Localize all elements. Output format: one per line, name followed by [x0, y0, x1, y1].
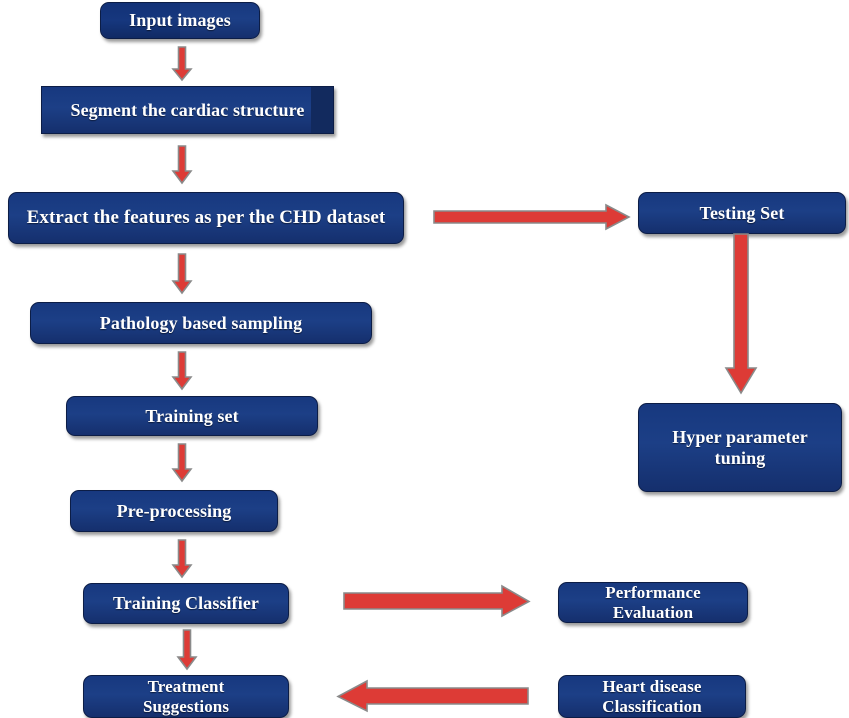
node-label: Input images [129, 10, 231, 31]
arrow-pre-processing-to-training-classifier [171, 539, 193, 579]
node-label: Extract the features as per the CHD data… [26, 207, 386, 229]
node-input-images[interactable]: Input images [100, 2, 260, 39]
node-segment-cardiac-structure[interactable]: Segment the cardiac structure [41, 86, 334, 134]
arrow-pathology-to-training-set [171, 351, 193, 391]
node-hyper-parameter-tuning[interactable]: Hyper parameter tuning [638, 403, 842, 492]
node-label: Training set [145, 405, 239, 426]
node-treatment-suggestions[interactable]: Treatment Suggestions [83, 675, 289, 718]
arrow-segment-to-extract [171, 145, 193, 185]
arrow-input-images-to-segment [171, 46, 193, 82]
node-label-line2: Suggestions [142, 696, 230, 716]
node-training-classifier[interactable]: Training Classifier [83, 583, 289, 624]
node-label: Pathology based sampling [99, 312, 303, 333]
node-pathology-based-sampling[interactable]: Pathology based sampling [30, 302, 372, 344]
arrow-training-classifier-to-performance-evaluation [343, 584, 531, 618]
node-pre-processing[interactable]: Pre-processing [70, 490, 278, 532]
arrow-extract-to-pathology [171, 253, 193, 295]
arrow-extract-to-testing-set [433, 203, 631, 231]
node-label-line2: tuning [714, 447, 766, 468]
node-label: Testing Set [699, 202, 785, 223]
arrow-heart-disease-to-treatment [336, 679, 529, 713]
node-label-line1: Treatment [147, 677, 225, 697]
node-extract-features[interactable]: Extract the features as per the CHD data… [8, 192, 404, 244]
node-testing-set[interactable]: Testing Set [638, 192, 846, 234]
node-label-line2: Classification [602, 696, 702, 716]
node-label: Training Classifier [112, 593, 260, 614]
node-label-line1: Hyper parameter [672, 427, 808, 448]
arrow-training-classifier-to-treatment [176, 629, 198, 671]
node-performance-evaluation[interactable]: Performance Evaluation [558, 582, 748, 623]
node-label-line1: Heart disease [602, 677, 702, 697]
node-label-line1: Performance [605, 583, 701, 603]
node-label-line2: Evaluation [612, 602, 694, 622]
node-label: Segment the cardiac structure [70, 99, 305, 120]
node-training-set[interactable]: Training set [66, 396, 318, 436]
node-label: Pre-processing [116, 500, 232, 521]
node-heart-disease-classification[interactable]: Heart disease Classification [558, 675, 746, 718]
arrow-testing-set-to-hyper-parameter-tuning [724, 233, 758, 395]
flowchart-canvas: Input images Segment the cardiac structu… [0, 0, 849, 718]
arrow-training-set-to-pre-processing [171, 443, 193, 483]
